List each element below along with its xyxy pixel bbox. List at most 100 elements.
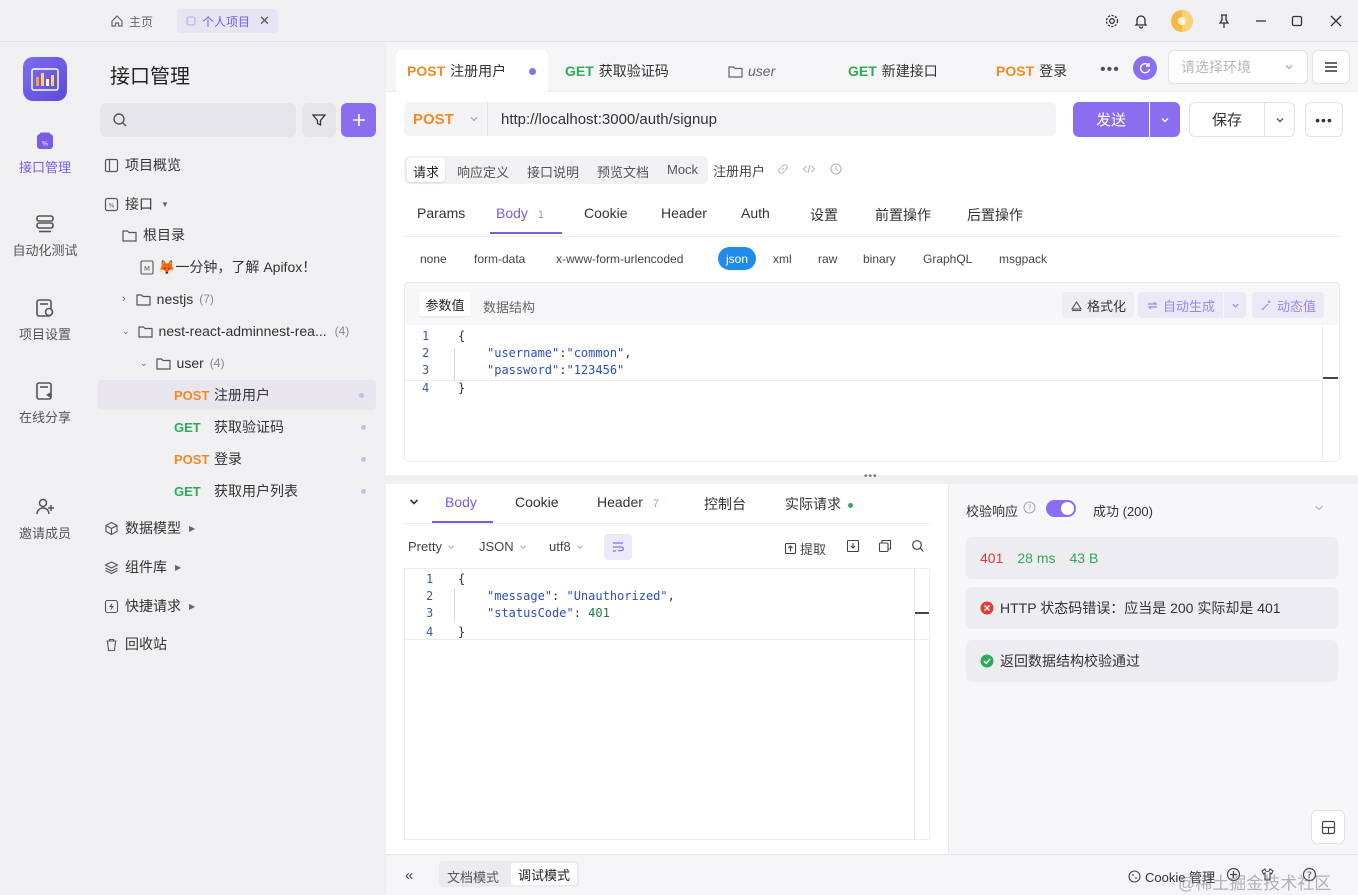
tree-item-nestjs[interactable]: › nestjs (7) [90,284,386,314]
tree-item-intro[interactable]: M 🦊一分钟，了解 Apifox！ [90,252,386,282]
format-select[interactable]: JSON [479,539,528,554]
save-dropdown-button[interactable] [1264,102,1295,137]
request-tab[interactable]: GET 新建接口 [848,50,938,92]
collapse-sidebar-icon[interactable]: « [405,867,413,884]
help-icon[interactable]: ? [1023,501,1036,514]
window-close-icon[interactable] [1326,11,1346,31]
download-icon[interactable] [846,539,860,553]
rail-item-autotest[interactable]: 自动化测试 [0,213,90,259]
body-type-form-data[interactable]: form-data [474,252,525,266]
pin-icon[interactable] [1214,11,1234,31]
validate-toggle[interactable] [1046,500,1076,517]
tree-item-root[interactable]: 根目录 [90,220,386,250]
search-icon[interactable] [911,539,925,553]
response-tab-body[interactable]: Body [445,494,477,510]
auto-generate-dropdown[interactable] [1224,292,1246,318]
code-icon[interactable] [802,162,816,176]
copy-icon[interactable] [878,539,892,553]
response-tab-header[interactable]: Header 7 [597,494,659,510]
tree-item-api[interactable]: % 接口 ▼ [90,189,386,219]
collapse-response-icon[interactable] [408,496,420,508]
tree-item-quick[interactable]: 快捷请求 ▶ [90,591,386,621]
save-button[interactable]: 保存 [1189,102,1265,137]
tree-item-user[interactable]: ⌄ user (4) [90,348,386,378]
project-tab[interactable]: 个人项目 ✕ [177,9,278,33]
tree-item-nest-react[interactable]: ⌄ nest-react-adminnest-rea... (4) [90,316,386,346]
avatar[interactable] [1170,9,1194,33]
rail-item-settings[interactable]: 项目设置 [0,297,90,343]
menu-button[interactable] [1312,50,1350,84]
endpoint-item[interactable]: POST 登录 [90,444,386,474]
add-button[interactable] [341,103,376,137]
rail-item-api[interactable]: % 接口管理 [0,130,90,176]
doc-mode-button[interactable]: 文档模式 [447,867,499,886]
editor-tab-schema[interactable]: 数据结构 [483,297,535,316]
minimize-icon[interactable] [1251,11,1271,31]
body-type-urlencoded[interactable]: x-www-form-urlencoded [556,252,683,266]
maximize-icon[interactable] [1287,11,1307,31]
tab-pre-actions[interactable]: 前置操作 [875,205,931,225]
rail-item-share[interactable]: 在线分享 [0,380,90,426]
pretty-select[interactable]: Pretty [408,539,456,554]
home-tab[interactable]: 主页 [102,9,161,33]
tab-body[interactable]: Body 1 [496,205,544,221]
body-type-graphql[interactable]: GraphQL [923,252,972,266]
sync-icon[interactable] [1133,56,1157,80]
response-body-viewer[interactable] [404,568,930,840]
tree-item-components[interactable]: 组件库 ▶ [90,552,386,582]
wrap-toggle[interactable] [604,534,632,560]
search-input[interactable] [100,103,296,137]
format-button[interactable]: 格式化 [1062,292,1135,318]
endpoint-item[interactable]: GET 获取验证码 [90,412,386,442]
environment-select[interactable]: 请选择环境 [1168,50,1308,84]
tree-item-models[interactable]: 数据模型 ▶ [90,513,386,543]
tree-item-trash[interactable]: 回收站 [90,629,386,659]
drag-handle-icon[interactable]: ••• [864,471,878,482]
mode-tab-doc[interactable]: 接口说明 [527,162,579,181]
response-scrollbar-thumb[interactable] [915,612,929,614]
response-tab-console[interactable]: 控制台 [704,494,746,514]
auto-generate-button[interactable]: 自动生成 [1138,292,1224,318]
body-type-msgpack[interactable]: msgpack [999,252,1047,266]
request-tab[interactable]: GET 获取验证码 [565,50,669,92]
response-tab-cookie[interactable]: Cookie [515,494,559,510]
extract-button[interactable]: 提取 [784,539,826,558]
response-tab-actual[interactable]: 实际请求 [785,494,853,514]
send-dropdown-button[interactable] [1150,102,1180,137]
tab-cookie[interactable]: Cookie [584,205,628,221]
request-tab-folder[interactable]: user [728,50,775,92]
tab-header[interactable]: Header [661,205,707,221]
debug-mode-button[interactable]: 调试模式 [511,863,577,885]
bell-icon[interactable] [1131,11,1151,31]
request-tab-active[interactable]: POST 注册用户 [407,50,537,92]
tab-settings[interactable]: 设置 [810,205,838,225]
tab-post-actions[interactable]: 后置操作 [967,205,1023,225]
mode-tab-request[interactable]: 请求 [413,162,439,181]
more-tabs-icon[interactable]: ••• [1100,61,1120,79]
mode-tab-preview[interactable]: 预览文档 [597,162,649,181]
filter-button[interactable] [302,103,336,137]
more-actions-button[interactable]: ••• [1305,102,1343,137]
tab-params[interactable]: Params [417,205,465,221]
body-type-none[interactable]: none [420,252,447,266]
endpoint-item[interactable]: POST 注册用户 [98,380,376,410]
method-select[interactable]: POST [404,102,488,136]
settings-gear-icon[interactable] [1102,11,1122,31]
encoding-select[interactable]: utf8 [549,539,585,554]
layout-toggle-button[interactable] [1311,810,1345,844]
body-type-raw[interactable]: raw [818,252,837,266]
mode-tab-mock[interactable]: Mock [667,162,698,177]
dynamic-value-button[interactable]: 动态值 [1252,292,1325,318]
chevron-down-icon[interactable] [1313,502,1325,514]
endpoint-item[interactable]: GET 获取用户列表 [90,476,386,506]
tab-auth[interactable]: Auth [741,205,770,221]
history-icon[interactable] [829,162,843,176]
send-button[interactable]: 发送 [1073,102,1149,137]
body-type-json[interactable]: json [718,247,757,270]
mode-tab-response[interactable]: 响应定义 [457,162,509,181]
rail-item-invite[interactable]: 邀请成员 [0,496,90,542]
link-icon[interactable] [776,162,790,176]
editor-scrollbar-thumb[interactable] [1323,377,1338,379]
editor-tab-values[interactable]: 参数值 [419,292,471,316]
close-icon[interactable]: ✕ [259,13,270,29]
